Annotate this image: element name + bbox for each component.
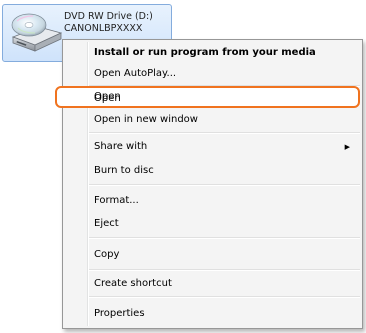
menu-item-label: Open in new window: [94, 114, 198, 125]
menu-item-label: Create shortcut: [94, 278, 172, 289]
menu-item-format[interactable]: Format...: [94, 191, 356, 211]
menu-item-open-highlighted[interactable]: Open: [94, 87, 344, 107]
menu-separator: [89, 184, 360, 186]
menu-separator: [89, 132, 360, 134]
context-menu: Install or run program from your media O…: [62, 39, 363, 329]
menu-item-open-autoplay[interactable]: Open AutoPlay...: [94, 64, 356, 84]
menu-item-copy[interactable]: Copy: [94, 245, 356, 265]
menu-item-open-in-new-window[interactable]: Open in new window: [94, 110, 356, 130]
menu-item-label: Copy: [94, 249, 120, 260]
menu-item-label: Install or run program from your media: [94, 47, 316, 58]
menu-item-burn-to-disc[interactable]: Burn to disc: [94, 161, 356, 181]
menu-item-label: Format...: [94, 195, 139, 206]
menu-separator: [89, 269, 360, 271]
menu-item-label: Properties: [94, 308, 145, 319]
drive-volume-label: CANONLBPXXXX: [64, 23, 143, 34]
menu-item-share-with[interactable]: Share with ▶: [94, 137, 356, 157]
menu-item-label: Eject: [94, 218, 119, 229]
menu-separator: [89, 237, 360, 239]
menu-separator: [89, 296, 360, 298]
menu-item-label: Burn to disc: [94, 165, 154, 176]
menu-item-install-or-run[interactable]: Install or run program from your media: [94, 43, 356, 63]
menu-item-eject[interactable]: Eject: [94, 214, 356, 234]
explorer-view: DVD RW Drive (D:) CANONLBPXXXX Install o…: [0, 0, 366, 333]
drive-name: DVD RW Drive (D:): [64, 11, 153, 22]
menu-item-properties[interactable]: Properties: [94, 304, 356, 324]
menu-item-create-shortcut[interactable]: Create shortcut: [94, 274, 356, 294]
submenu-arrow-icon: ▶: [344, 143, 350, 151]
menu-item-label: Open AutoPlay...: [94, 68, 177, 79]
menu-item-label: Share with: [94, 141, 148, 152]
menu-item-label: Open: [94, 91, 121, 102]
dvd-drive-icon: [11, 13, 63, 52]
